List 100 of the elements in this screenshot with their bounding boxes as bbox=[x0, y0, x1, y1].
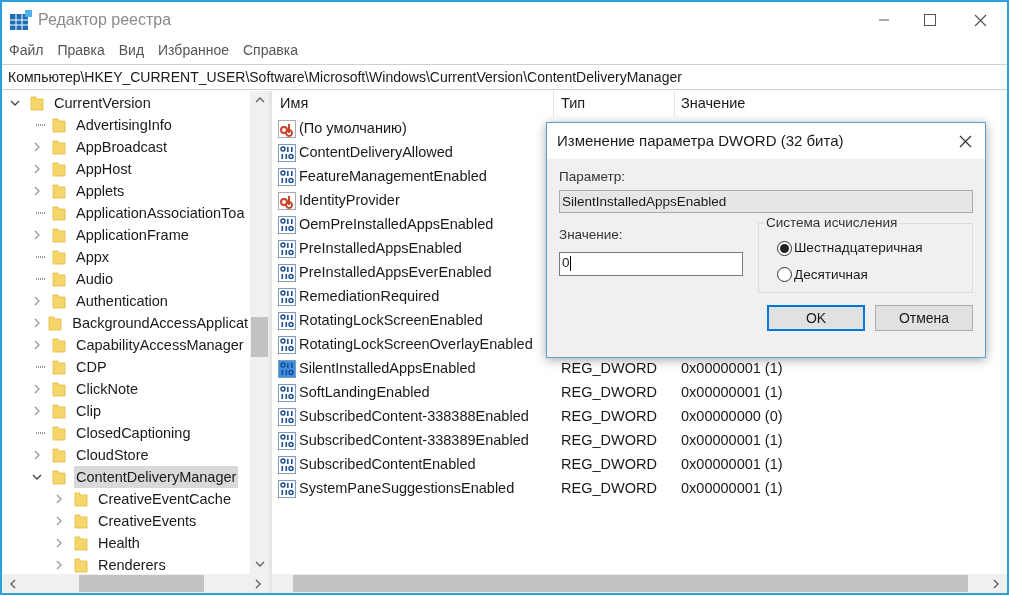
chevron-right-icon[interactable] bbox=[54, 494, 64, 504]
binary-value-icon bbox=[278, 432, 296, 450]
vertical-scrollbar[interactable] bbox=[250, 91, 269, 574]
dialog-button[interactable]: Отмена bbox=[875, 305, 973, 332]
chevron-right-icon[interactable] bbox=[32, 340, 42, 350]
dialog-button[interactable]: OK bbox=[767, 305, 865, 332]
value-name[interactable]: SoftLandingEnabled bbox=[299, 382, 430, 404]
chevron-right-icon[interactable] bbox=[32, 450, 42, 460]
value-data: 0x00000001 (1) bbox=[681, 432, 783, 449]
chevron-right-icon[interactable] bbox=[32, 230, 42, 240]
tree-item[interactable]: CloudStore bbox=[74, 444, 151, 466]
folder-icon bbox=[52, 359, 66, 375]
menu-item[interactable]: Вид bbox=[118, 39, 145, 61]
binary-value-icon bbox=[278, 336, 296, 354]
tree-item[interactable]: CreativeEvents bbox=[96, 510, 199, 532]
value-field[interactable]: 0 bbox=[559, 251, 743, 276]
scrollbar-thumb[interactable] bbox=[251, 317, 268, 357]
radio-button[interactable] bbox=[777, 267, 792, 283]
chevron-right-icon[interactable] bbox=[54, 516, 64, 526]
tree-item[interactable]: Appx bbox=[74, 246, 112, 268]
address-bar[interactable]: Компьютер\HKEY_CURRENT_USER\Software\Microsoft\Windows\CurrentVersion\ContentDeliveryManager bbox=[2, 64, 1007, 90]
column-header[interactable]: Тип bbox=[554, 91, 675, 117]
folder-icon bbox=[52, 469, 66, 485]
horizontal-scrollbar[interactable] bbox=[2, 574, 269, 593]
menu-item[interactable]: Справка bbox=[243, 39, 298, 61]
value-name[interactable]: SubscribedContentEnabled bbox=[299, 454, 476, 476]
value-type: REG_DWORD bbox=[561, 480, 657, 497]
chevron-right-icon[interactable] bbox=[54, 560, 64, 570]
folder-icon bbox=[52, 293, 66, 309]
folder-icon bbox=[52, 403, 66, 419]
chevron-right-icon[interactable] bbox=[32, 406, 42, 416]
radio-option[interactable]: Десятичная bbox=[777, 264, 972, 285]
maximize-icon bbox=[924, 14, 936, 26]
value-type: REG_DWORD bbox=[561, 432, 657, 449]
value-name[interactable]: FeatureManagementEnabled bbox=[299, 166, 487, 188]
parameter-name-field[interactable]: SilentInstalledAppsEnabled bbox=[559, 190, 973, 214]
binary-value-icon bbox=[278, 240, 296, 258]
horizontal-scrollbar[interactable] bbox=[272, 574, 1007, 593]
tree-item[interactable]: CDP bbox=[74, 356, 109, 378]
tree-item[interactable]: CurrentVersion bbox=[52, 92, 153, 114]
binary-value-icon bbox=[278, 168, 296, 186]
tree-item[interactable]: Applets bbox=[74, 180, 127, 202]
value-data: 0x00000001 (1) bbox=[681, 384, 783, 401]
value-name[interactable]: PreInstalledAppsEnabled bbox=[299, 238, 462, 260]
chevron-right-icon[interactable] bbox=[32, 296, 42, 306]
value-name[interactable]: RotatingLockScreenEnabled bbox=[299, 310, 483, 332]
tree-item[interactable]: Clip bbox=[74, 400, 103, 422]
value-name[interactable]: SystemPaneSuggestionsEnabled bbox=[299, 478, 515, 500]
chevron-right-icon[interactable] bbox=[32, 186, 42, 196]
tree-item[interactable]: CapabilityAccessManager bbox=[74, 334, 246, 356]
tree-line-icon bbox=[36, 256, 46, 258]
chevron-right-icon[interactable] bbox=[32, 164, 42, 174]
folder-icon bbox=[74, 535, 88, 551]
value-name[interactable]: SubscribedContent-338389Enabled bbox=[299, 430, 529, 452]
field-label: Параметр: bbox=[559, 168, 626, 186]
value-name[interactable]: SubscribedContent-338388Enabled bbox=[299, 406, 529, 428]
tree-item[interactable]: CreativeEventCache bbox=[96, 488, 233, 510]
chevron-right-icon[interactable] bbox=[32, 318, 42, 328]
chevron-right-icon[interactable] bbox=[32, 384, 42, 394]
window-title: Редактор реестра bbox=[38, 10, 172, 30]
tree-item[interactable]: AppBroadcast bbox=[74, 136, 170, 158]
value-type: REG_DWORD bbox=[561, 456, 657, 473]
tree-item[interactable]: Health bbox=[96, 532, 142, 554]
tree-item[interactable]: ClickNote bbox=[74, 378, 141, 400]
tree-item[interactable]: ApplicationFrame bbox=[74, 224, 191, 246]
folder-icon bbox=[48, 315, 63, 331]
value-type: REG_DWORD bbox=[561, 408, 657, 425]
tree-item[interactable]: Renderers bbox=[96, 554, 168, 574]
chevron-down-icon[interactable] bbox=[32, 472, 42, 482]
value-name[interactable]: RemediationRequired bbox=[299, 286, 440, 308]
menu-item[interactable]: Файл bbox=[9, 39, 44, 61]
value-name[interactable]: (По умолчанию) bbox=[299, 118, 407, 140]
field-label: Значение: bbox=[559, 226, 624, 245]
tree-item[interactable]: ClosedCaptioning bbox=[74, 422, 193, 444]
column-header[interactable]: Имя bbox=[272, 91, 554, 117]
chevron-right-icon[interactable] bbox=[54, 538, 64, 548]
scrollbar-thumb[interactable] bbox=[293, 575, 968, 592]
value-name[interactable]: ContentDeliveryAllowed bbox=[299, 142, 453, 164]
tree-item[interactable]: ApplicationAssociationToa bbox=[74, 202, 247, 224]
folder-icon bbox=[52, 381, 66, 397]
column-header[interactable]: Значение bbox=[675, 91, 875, 117]
tree-item[interactable]: ContentDeliveryManager bbox=[74, 466, 239, 488]
tree-item[interactable]: AppHost bbox=[74, 158, 134, 180]
value-name[interactable]: SilentInstalledAppsEnabled bbox=[299, 358, 476, 380]
radio-button[interactable] bbox=[777, 240, 792, 256]
tree-item[interactable]: Authentication bbox=[74, 290, 170, 312]
tree-item[interactable]: BackgroundAccessApplicat bbox=[70, 312, 250, 334]
radio-option[interactable]: Шестнадцатеричная bbox=[777, 238, 972, 259]
tree-item[interactable]: Audio bbox=[74, 268, 116, 290]
chevron-right-icon[interactable] bbox=[32, 142, 42, 152]
menu-item[interactable]: Правка bbox=[57, 39, 105, 61]
menu-item[interactable]: Избранное bbox=[158, 39, 229, 61]
value-name[interactable]: IdentityProvider bbox=[299, 190, 400, 212]
value-name[interactable]: PreInstalledAppsEverEnabled bbox=[299, 262, 492, 284]
folder-icon bbox=[52, 161, 66, 177]
scrollbar-thumb[interactable] bbox=[79, 575, 204, 592]
value-name[interactable]: OemPreInstalledAppsEnabled bbox=[299, 214, 494, 236]
chevron-down-icon[interactable] bbox=[10, 98, 20, 108]
value-name[interactable]: RotatingLockScreenOverlayEnabled bbox=[299, 334, 533, 356]
tree-item[interactable]: AdvertisingInfo bbox=[74, 114, 174, 136]
